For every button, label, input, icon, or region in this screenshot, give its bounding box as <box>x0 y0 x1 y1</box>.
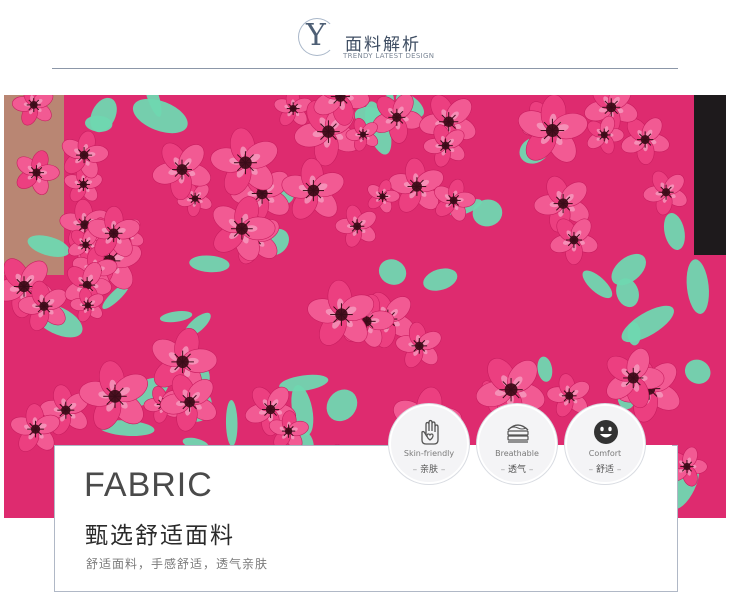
smiley-face-icon <box>594 420 618 444</box>
badge-en-label: Comfort <box>588 449 622 458</box>
section-subtitle: TRENDY LATEST DESIGN <box>343 52 435 60</box>
fabric-layers-icon <box>507 424 529 443</box>
fabric-title: 甄选舒适面料 <box>85 523 235 549</box>
badge-cn-label: 亲肤 <box>391 462 467 475</box>
badge-skin-friendly: Skin-friendly 亲肤 <box>389 404 469 484</box>
header-divider <box>52 68 678 69</box>
badge-en-label: Breathable <box>495 449 539 458</box>
badge-cn-label: 透气 <box>479 462 555 475</box>
badge-en-label: Skin-friendly <box>403 449 455 458</box>
badge-cn-label: 舒适 <box>567 462 643 475</box>
section-header: Y 面料解析 TRENDY LATEST DESIGN <box>0 0 730 80</box>
panel-top-border-right <box>672 445 678 446</box>
fabric-heading: FABRIC <box>84 466 213 504</box>
hand-heart-icon <box>421 419 439 445</box>
logo-letter: Y <box>306 18 326 53</box>
panel-top-border <box>54 445 394 446</box>
fabric-description: 舒适面料，手感舒适，透气亲肤 <box>86 557 269 571</box>
badge-comfort: Comfort 舒适 <box>565 404 645 484</box>
badge-breathable: Breathable 透气 <box>477 404 557 484</box>
